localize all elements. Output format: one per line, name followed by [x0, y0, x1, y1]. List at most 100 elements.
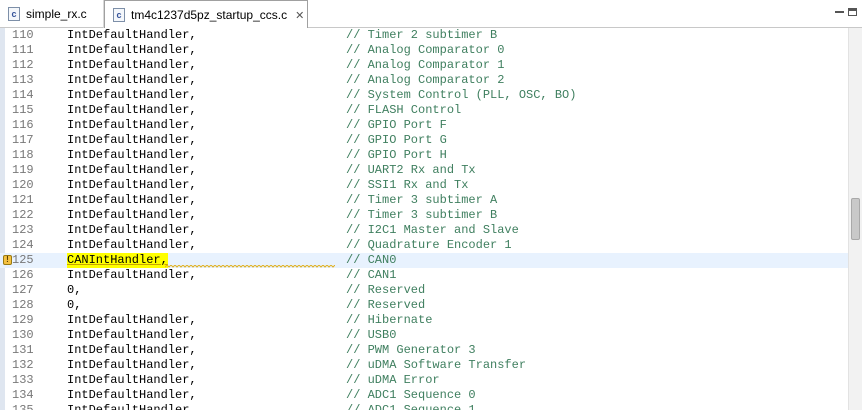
- minimize-icon[interactable]: [834, 6, 846, 18]
- code-line[interactable]: 130 IntDefaultHandler, // USB0: [0, 328, 848, 343]
- line-number: 118: [12, 148, 34, 162]
- code-line[interactable]: 114 IntDefaultHandler, // System Control (…: [0, 88, 848, 103]
- code-line[interactable]: 123 IntDefaultHandler, // I2C1 Master and …: [0, 223, 848, 238]
- maximize-icon[interactable]: [848, 8, 857, 16]
- code-text: IntDefaultHandler,: [67, 193, 197, 207]
- tab-label: tm4c1237d5pz_startup_ccs.c: [131, 8, 288, 22]
- code-comment: // Reserved: [346, 298, 426, 312]
- code-line[interactable]: 112 IntDefaultHandler, // Analog Comparato…: [0, 58, 848, 73]
- line-number: 114: [12, 88, 34, 102]
- line-number: 125: [12, 253, 34, 267]
- code-comment: // FLASH Control: [346, 103, 462, 117]
- tab-startup-ccs[interactable]: c tm4c1237d5pz_startup_ccs.c ✕: [104, 0, 308, 29]
- code-comment: // ADC1 Sequence 1: [346, 403, 476, 410]
- code-text: IntDefaultHandler,: [67, 28, 197, 42]
- code-line[interactable]: 131 IntDefaultHandler, // PWM Generator 3: [0, 343, 848, 358]
- code-line[interactable]: 113 IntDefaultHandler, // Analog Comparato…: [0, 73, 848, 88]
- code-text: IntDefaultHandler,: [67, 223, 197, 237]
- code-line[interactable]: 132 IntDefaultHandler, // uDMA Software Tr…: [0, 358, 848, 373]
- code-text: IntDefaultHandler,: [67, 238, 197, 252]
- line-number: 127: [12, 283, 34, 297]
- code-text: IntDefaultHandler,: [67, 328, 197, 342]
- code-line[interactable]: 110 IntDefaultHandler, // Timer 2 subtimer…: [0, 28, 848, 43]
- code-text: IntDefaultHandler,: [67, 73, 197, 87]
- code-line[interactable]: 117 IntDefaultHandler, // GPIO Port G: [0, 133, 848, 148]
- line-number: 110: [12, 28, 34, 42]
- code-text: IntDefaultHandler,: [67, 103, 197, 117]
- code-line[interactable]: 116 IntDefaultHandler, // GPIO Port F: [0, 118, 848, 133]
- line-number: 119: [12, 163, 34, 177]
- line-number: 131: [12, 343, 34, 357]
- line-number: 121: [12, 193, 34, 207]
- code-line[interactable]: 124 IntDefaultHandler, // Quadrature Encod…: [0, 238, 848, 253]
- code-line[interactable]: 118 IntDefaultHandler, // GPIO Port H: [0, 148, 848, 163]
- code-line[interactable]: 129 IntDefaultHandler, // Hibernate: [0, 313, 848, 328]
- code-line[interactable]: 121 IntDefaultHandler, // Timer 3 subtimer…: [0, 193, 848, 208]
- tab-simple-rx[interactable]: c simple_rx.c: [0, 0, 104, 28]
- code-line[interactable]: 127 0, // Reserved: [0, 283, 848, 298]
- line-number: 123: [12, 223, 34, 237]
- code-text: IntDefaultHandler,: [67, 358, 197, 372]
- code-line[interactable]: 122 IntDefaultHandler, // Timer 3 subtimer…: [0, 208, 848, 223]
- code-editor[interactable]: 110 IntDefaultHandler, // Timer 2 subtimer…: [0, 28, 848, 410]
- code-text: IntDefaultHandler,: [67, 373, 197, 387]
- code-comment: // System Control (PLL, OSC, BO): [346, 88, 577, 102]
- code-comment: // Analog Comparator 2: [346, 73, 505, 87]
- scrollbar-thumb[interactable]: [851, 198, 860, 240]
- c-file-icon: c: [113, 8, 125, 22]
- code-comment: // GPIO Port F: [346, 118, 447, 132]
- code-text: IntDefaultHandler,: [67, 163, 197, 177]
- code-text: IntDefaultHandler,: [67, 148, 197, 162]
- line-number: 130: [12, 328, 34, 342]
- line-number: 117: [12, 133, 34, 147]
- code-comment: // uDMA Error: [346, 373, 440, 387]
- line-number: 132: [12, 358, 34, 372]
- warning-icon[interactable]: !: [3, 255, 12, 265]
- code-line[interactable]: 115 IntDefaultHandler, // FLASH Control: [0, 103, 848, 118]
- code-comment: // Timer 2 subtimer B: [346, 28, 498, 42]
- code-line[interactable]: 135 IntDefaultHandler, // ADC1 Sequence 1: [0, 403, 848, 410]
- editor-tab-bar: c simple_rx.c c tm4c1237d5pz_startup_ccs…: [0, 0, 862, 29]
- code-line[interactable]: 133 IntDefaultHandler, // uDMA Error: [0, 373, 848, 388]
- line-number: 128: [12, 298, 34, 312]
- line-number: 122: [12, 208, 34, 222]
- code-text: IntDefaultHandler,: [67, 388, 197, 402]
- code-text: IntDefaultHandler,: [67, 208, 197, 222]
- code-text: IntDefaultHandler,: [67, 133, 197, 147]
- close-icon[interactable]: ✕: [295, 9, 304, 22]
- code-text: 0,: [67, 298, 82, 312]
- code-line[interactable]: 134 IntDefaultHandler, // ADC1 Sequence 0: [0, 388, 848, 403]
- code-line[interactable]: ! 125 CANIntHandler, // CAN0: [0, 253, 848, 268]
- code-text: IntDefaultHandler,: [67, 178, 197, 192]
- code-comment: // GPIO Port G: [346, 133, 447, 147]
- code-comment: // Analog Comparator 0: [346, 43, 505, 57]
- code-line[interactable]: 128 0, // Reserved: [0, 298, 848, 313]
- code-comment: // uDMA Software Transfer: [346, 358, 527, 372]
- code-comment: // SSI1 Rx and Tx: [346, 178, 469, 192]
- code-comment: // CAN0: [346, 253, 397, 267]
- line-number: 129: [12, 313, 34, 327]
- line-number: 124: [12, 238, 34, 252]
- code-text: IntDefaultHandler,: [67, 403, 197, 410]
- vertical-scrollbar[interactable]: [848, 28, 862, 410]
- code-text: IntDefaultHandler,: [67, 43, 197, 57]
- code-text: IntDefaultHandler,: [67, 313, 197, 327]
- code-comment: // Quadrature Encoder 1: [346, 238, 512, 252]
- code-line[interactable]: 126 IntDefaultHandler, // CAN1: [0, 268, 848, 283]
- code-text: IntDefaultHandler,: [67, 343, 197, 357]
- code-text: IntDefaultHandler,: [67, 268, 197, 282]
- code-comment: // I2C1 Master and Slave: [346, 223, 519, 237]
- code-text: IntDefaultHandler,: [67, 88, 197, 102]
- line-number: 115: [12, 103, 34, 117]
- code-text: IntDefaultHandler,: [67, 118, 197, 132]
- code-comment: // Timer 3 subtimer A: [346, 193, 498, 207]
- code-line[interactable]: 111 IntDefaultHandler, // Analog Comparato…: [0, 43, 848, 58]
- code-line[interactable]: 119 IntDefaultHandler, // UART2 Rx and Tx: [0, 163, 848, 178]
- line-number: 116: [12, 118, 34, 132]
- code-comment: // CAN1: [346, 268, 397, 282]
- code-comment: // UART2 Rx and Tx: [346, 163, 476, 177]
- code-text: IntDefaultHandler,: [67, 58, 197, 72]
- code-line[interactable]: 120 IntDefaultHandler, // SSI1 Rx and Tx: [0, 178, 848, 193]
- code-comment: // PWM Generator 3: [346, 343, 476, 357]
- line-number: 112: [12, 58, 34, 72]
